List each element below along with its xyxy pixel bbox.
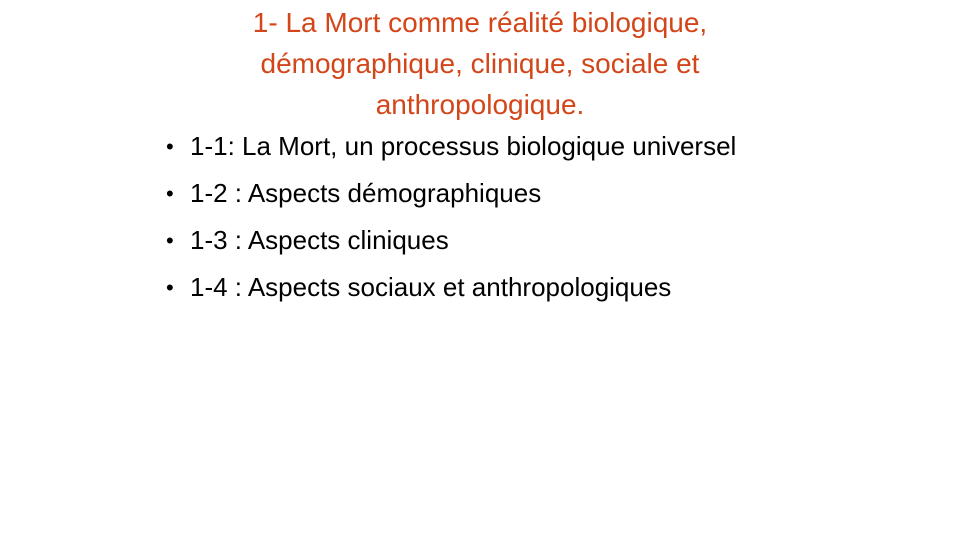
bullet-list: • 1-1: La Mort, un processus biologique … xyxy=(166,128,806,316)
bullet-text: 1-3 : Aspects cliniques xyxy=(190,225,449,255)
slide: 1- La Mort comme réalité biologique, dém… xyxy=(0,0,960,540)
bullet-dot-icon: • xyxy=(166,228,174,253)
bullet-item: • 1-3 : Aspects cliniques xyxy=(166,222,806,259)
slide-title-line: 1- La Mort comme réalité biologique, xyxy=(252,7,708,38)
slide-title-line: démographique, clinique, sociale et xyxy=(260,48,700,79)
bullet-item: • 1-2 : Aspects démographiques xyxy=(166,175,806,212)
bullet-dot-icon: • xyxy=(166,134,174,159)
bullet-dot-icon: • xyxy=(166,181,174,206)
bullet-text: 1-1: La Mort, un processus biologique un… xyxy=(190,131,737,161)
bullet-dot-icon: • xyxy=(166,275,174,300)
bullet-text: 1-2 : Aspects démographiques xyxy=(190,178,542,208)
bullet-item: • 1-4 : Aspects sociaux et anthropologiq… xyxy=(166,269,806,306)
slide-title-line: anthropologique. xyxy=(375,89,585,120)
bullet-item: • 1-1: La Mort, un processus biologique … xyxy=(166,128,806,165)
bullet-text: 1-4 : Aspects sociaux et anthropologique… xyxy=(190,272,672,302)
slide-title: 1- La Mort comme réalité biologique, dém… xyxy=(150,2,810,125)
